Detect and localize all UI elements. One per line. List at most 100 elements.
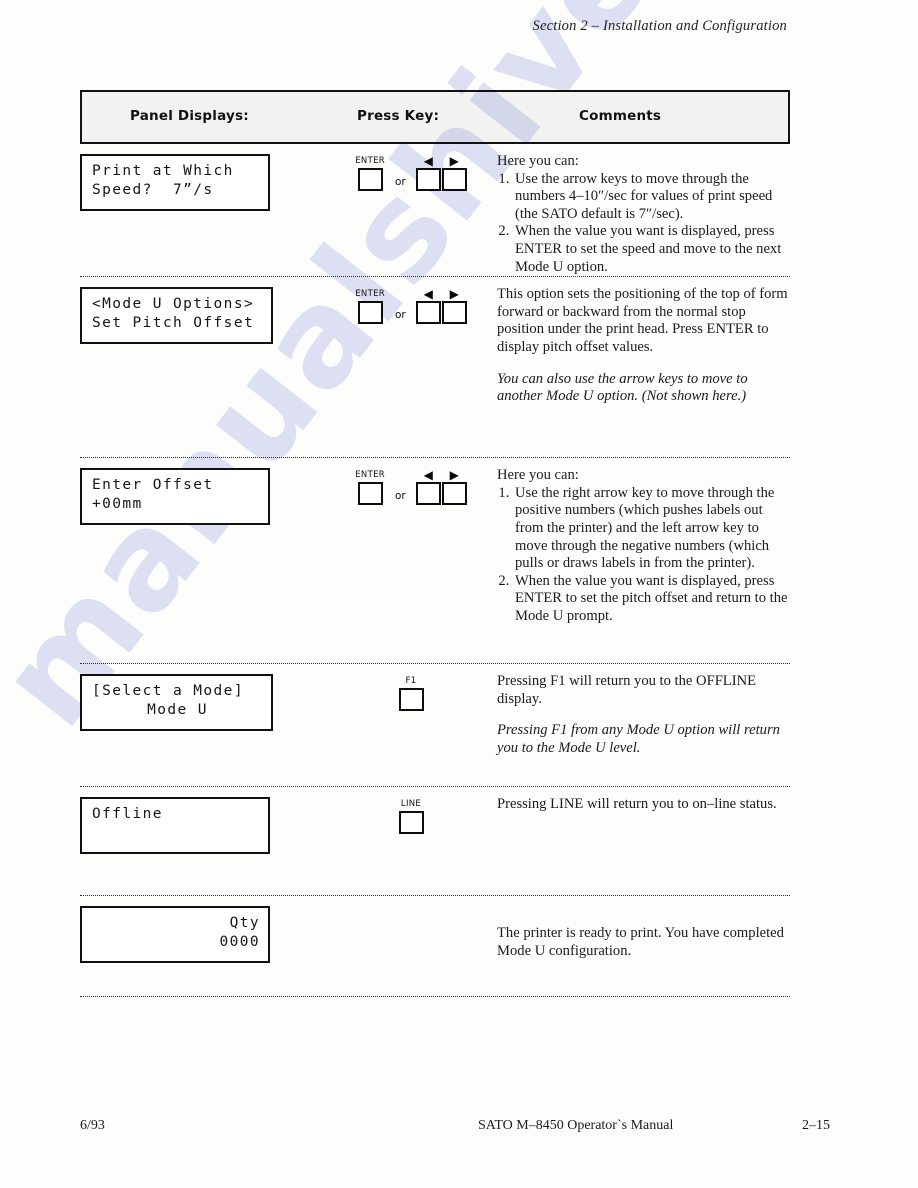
- lcd-line: Qty: [229, 915, 260, 932]
- lcd-line: Speed? 7”/s: [92, 182, 214, 198]
- right-arrow-keycap[interactable]: [441, 168, 467, 191]
- key-group-enter-or-arrows: ENTER or ◀ ▶: [355, 287, 467, 325]
- key-group-single: F1: [398, 676, 424, 712]
- panel-display-cell: Print at Which Speed? 7”/s: [80, 144, 325, 211]
- left-arrow-keycap[interactable]: [415, 301, 441, 325]
- lcd-panel: Qty 0000: [80, 906, 270, 964]
- lcd-line: +00mm: [92, 496, 143, 513]
- comments-cell: Pressing LINE will return you to on–line…: [497, 787, 790, 814]
- arrow-keys[interactable]: ◀ ▶: [415, 154, 467, 191]
- key-group-enter-or-arrows: ENTER or ◀ ▶: [355, 154, 467, 191]
- table-row: <Mode U Options> Set Pitch Offset ENTER …: [80, 277, 790, 457]
- panel-display-cell: Enter Offset +00mm: [80, 458, 325, 526]
- comments-cell: Here you can: Use the arrow keys to move…: [497, 144, 790, 276]
- right-arrow-keycap[interactable]: [441, 482, 467, 506]
- table-row: [Select a Mode] Mode U F1 Pressing F1 wi…: [80, 664, 790, 786]
- lcd-line: 0000: [219, 934, 260, 951]
- lcd-line: [Select a Mode]: [92, 683, 244, 700]
- left-arrow-icon: ◀: [423, 287, 433, 302]
- column-header-panel-displays: Panel Displays:: [130, 108, 249, 124]
- list-item: Use the right arrow key to move through …: [513, 485, 788, 573]
- or-separator-label: or: [394, 490, 406, 503]
- arrow-keys[interactable]: ◀ ▶: [415, 287, 467, 325]
- enter-key[interactable]: ENTER: [355, 156, 385, 191]
- right-arrow-key[interactable]: ▶: [441, 287, 467, 325]
- enter-key-label: ENTER: [355, 470, 385, 481]
- lcd-line: Enter Offset: [92, 477, 214, 494]
- arrow-keys[interactable]: ◀ ▶: [415, 468, 467, 506]
- f1-keycap[interactable]: [398, 688, 424, 712]
- panel-display-cell: Offline: [80, 787, 325, 855]
- lcd-line: Mode U: [147, 702, 208, 719]
- table-row: Qty 0000 The printer is ready to print. …: [80, 896, 790, 996]
- f1-key-label: F1: [405, 676, 417, 687]
- comment-italic-note: Pressing F1 from any Mode U option will …: [497, 722, 780, 756]
- right-arrow-icon: ▶: [449, 154, 459, 168]
- lcd-line: <Mode U Options>: [92, 296, 255, 313]
- table-header-row: Panel Displays: Press Key: Comments: [80, 90, 790, 144]
- footer-manual: SATO M–8450 Operator`s Manual: [478, 1118, 674, 1133]
- lcd-line: Print at Which: [92, 163, 234, 179]
- lcd-panel: Print at Which Speed? 7”/s: [80, 154, 270, 211]
- row-separator: [80, 996, 790, 998]
- enter-keycap[interactable]: [357, 482, 383, 506]
- right-arrow-icon: ▶: [449, 287, 459, 302]
- lcd-panel: Enter Offset +00mm: [80, 468, 270, 526]
- panel-display-cell: [Select a Mode] Mode U: [80, 664, 325, 732]
- comment-italic-note: You can also use the arrow keys to move …: [497, 370, 748, 405]
- comment-list: Use the arrow keys to move through the n…: [497, 171, 788, 277]
- document-page: manualshive.com Section 2 – Installation…: [0, 0, 918, 1188]
- procedure-table: Panel Displays: Press Key: Comments Prin…: [80, 90, 790, 998]
- comments-cell: The printer is ready to print. You have …: [497, 896, 790, 960]
- footer-date: 6/93: [80, 1118, 105, 1133]
- left-arrow-icon: ◀: [423, 154, 433, 168]
- comments-cell: Here you can: Use the right arrow key to…: [497, 458, 790, 625]
- left-arrow-key[interactable]: ◀: [415, 468, 441, 506]
- running-head: Section 2 – Installation and Configurati…: [532, 18, 787, 34]
- table-row: Offline LINE Pressing LINE will return y…: [80, 787, 790, 895]
- enter-key-label: ENTER: [355, 156, 385, 166]
- lcd-panel: Offline: [80, 797, 270, 855]
- comment-intro: The printer is ready to print. You have …: [497, 925, 784, 959]
- or-separator-label: or: [394, 176, 406, 188]
- column-header-comments: Comments: [579, 108, 662, 124]
- left-arrow-icon: ◀: [423, 468, 433, 483]
- comment-intro: Pressing LINE will return you to on–line…: [497, 796, 777, 813]
- lcd-line: Offline: [92, 806, 163, 823]
- key-group-single: LINE: [398, 799, 424, 835]
- comments-cell: Pressing F1 will return you to the OFFLI…: [497, 664, 790, 757]
- right-arrow-icon: ▶: [449, 468, 459, 483]
- right-arrow-key[interactable]: ▶: [441, 468, 467, 506]
- footer-page-number: 2–15: [802, 1118, 830, 1133]
- left-arrow-key[interactable]: ◀: [415, 154, 441, 191]
- comment-intro: Pressing F1 will return you to the OFFLI…: [497, 673, 757, 707]
- comment-intro: This option sets the positioning of the …: [497, 286, 788, 355]
- comments-cell: This option sets the positioning of the …: [497, 277, 790, 406]
- table-row: Print at Which Speed? 7”/s ENTER or ◀ ▶ …: [80, 144, 790, 276]
- f1-key[interactable]: F1: [398, 676, 424, 712]
- comment-intro: Here you can:: [497, 467, 579, 484]
- enter-key[interactable]: ENTER: [355, 289, 385, 325]
- table-row: Enter Offset +00mm ENTER or ◀ ▶ Here you…: [80, 458, 790, 663]
- lcd-panel: [Select a Mode] Mode U: [80, 674, 273, 732]
- left-arrow-key[interactable]: ◀: [415, 287, 441, 325]
- right-arrow-keycap[interactable]: [441, 301, 467, 325]
- comment-intro: Here you can:: [497, 153, 579, 169]
- press-key-cell: ENTER or ◀ ▶: [325, 144, 497, 191]
- panel-display-cell: <Mode U Options> Set Pitch Offset: [80, 277, 325, 345]
- line-key[interactable]: LINE: [398, 799, 424, 835]
- line-keycap[interactable]: [398, 811, 424, 835]
- column-header-press-key: Press Key:: [357, 108, 440, 124]
- or-separator-label: or: [394, 309, 406, 322]
- list-item: Use the arrow keys to move through the n…: [513, 171, 788, 224]
- enter-keycap[interactable]: [357, 301, 383, 325]
- enter-key-label: ENTER: [355, 289, 385, 300]
- enter-key[interactable]: ENTER: [355, 470, 385, 506]
- enter-keycap[interactable]: [357, 168, 383, 191]
- left-arrow-keycap[interactable]: [415, 168, 441, 191]
- comment-list: Use the right arrow key to move through …: [497, 485, 788, 626]
- right-arrow-key[interactable]: ▶: [441, 154, 467, 191]
- left-arrow-keycap[interactable]: [415, 482, 441, 506]
- lcd-panel: <Mode U Options> Set Pitch Offset: [80, 287, 273, 345]
- table-body: Print at Which Speed? 7”/s ENTER or ◀ ▶ …: [80, 144, 790, 998]
